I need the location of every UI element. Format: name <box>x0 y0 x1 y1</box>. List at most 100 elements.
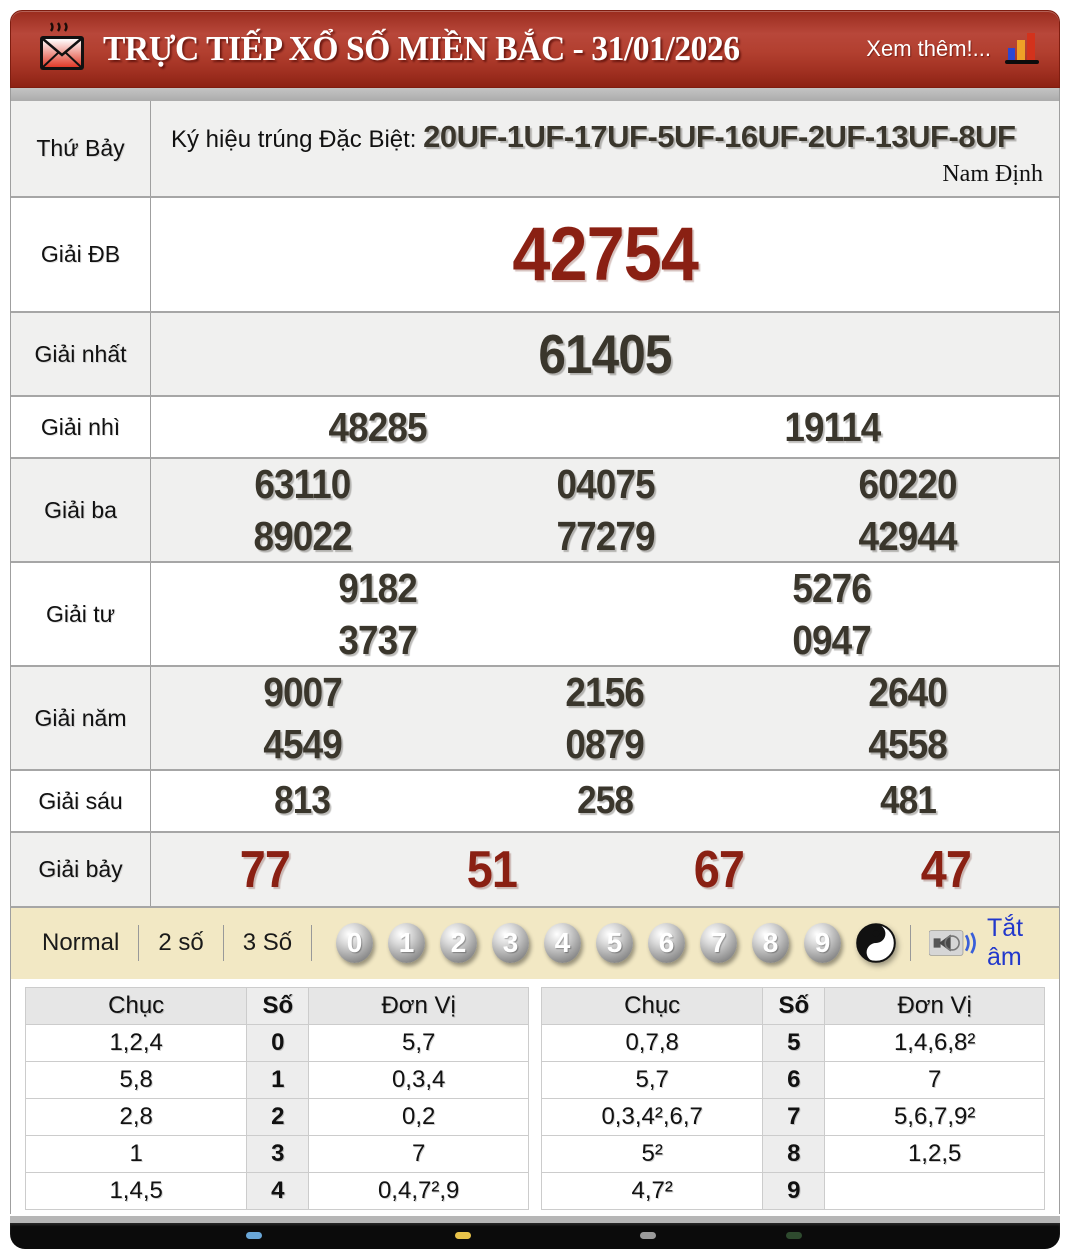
tens-cell: 5,7 <box>542 1062 763 1099</box>
units-cell: 7 <box>825 1062 1045 1099</box>
prize-number: 77 <box>239 840 289 900</box>
digit-cell: 4 <box>247 1173 309 1210</box>
ball-3[interactable]: 3 <box>492 923 529 963</box>
prize-label: Giải ĐB <box>11 198 151 311</box>
prize-label: Giải bảy <box>11 833 151 906</box>
prize-number: 89022 <box>253 513 351 560</box>
prize-number: 60220 <box>859 461 957 508</box>
units-cell: 1,2,5 <box>825 1136 1045 1173</box>
tens-cell: 1 <box>26 1136 247 1173</box>
summary-header-row: Chục Số Đơn Vị <box>26 988 529 1025</box>
prize-number: 4558 <box>868 721 946 768</box>
results-table: Thứ Bảy Ký hiệu trúng Đặc Biệt: 20UF-1UF… <box>10 101 1060 906</box>
prize-number: 63110 <box>254 461 350 508</box>
prize-number: 481 <box>880 779 936 823</box>
province-name: Nam Định <box>942 161 1043 188</box>
ball-5[interactable]: 5 <box>596 923 633 963</box>
day-label: Thứ Bảy <box>11 101 151 196</box>
col-header-units: Đơn Vị <box>309 988 529 1025</box>
prize-number: 61405 <box>538 322 671 386</box>
mute-control[interactable]: Tắt âm <box>929 914 1047 972</box>
mode-normal[interactable]: Normal <box>23 929 138 957</box>
prize-label: Giải nhất <box>11 313 151 395</box>
row-prize-6: Giải sáu 813 258 481 <box>11 769 1059 831</box>
tens-cell: 5,8 <box>26 1062 247 1099</box>
see-more-link[interactable]: Xem thêm!... <box>866 36 991 62</box>
ball-8[interactable]: 8 <box>752 923 789 963</box>
summary-row: 2,8 2 0,2 <box>26 1099 529 1136</box>
prize-number: 9007 <box>263 669 341 716</box>
summary-row: 1 3 7 <box>26 1136 529 1173</box>
ball-0[interactable]: 0 <box>336 923 373 963</box>
prize-number: 04075 <box>556 461 654 508</box>
row-prize-5: Giải năm 9007 2156 2640 4549 0879 4558 <box>11 665 1059 769</box>
row-special-sign: Thứ Bảy Ký hiệu trúng Đặc Biệt: 20UF-1UF… <box>11 101 1059 196</box>
prize-number: 51 <box>466 840 516 900</box>
mode-2-digits[interactable]: 2 số <box>139 929 222 957</box>
summary-row: 0,3,4²,6,7 7 5,6,7,9² <box>542 1099 1045 1136</box>
page-title: TRỰC TIẾP XỔ SỐ MIỀN BẮC - 31/01/2026 <box>103 29 740 69</box>
prize-number: 48285 <box>329 404 427 451</box>
summary-row: 1,2,4 0 5,7 <box>26 1025 529 1062</box>
prize-number: 67 <box>693 840 743 900</box>
units-cell: 5,7 <box>309 1025 529 1062</box>
control-bar: Normal 2 số 3 Số 0 1 2 3 4 5 6 7 8 9 <box>10 906 1060 979</box>
header-divider <box>10 88 1060 101</box>
tens-cell: 5² <box>542 1136 763 1173</box>
summary-row: 5² 8 1,2,5 <box>542 1136 1045 1173</box>
speaker-icon <box>929 924 977 962</box>
prize-number: 0947 <box>793 617 871 664</box>
row-prize-7: Giải bảy 77 51 67 47 <box>11 831 1059 906</box>
tens-cell: 4,7² <box>542 1173 763 1210</box>
units-cell: 1,4,6,8² <box>825 1025 1045 1062</box>
prize-number: 5276 <box>793 565 871 612</box>
digit-cell: 2 <box>247 1099 309 1136</box>
prize-number: 2156 <box>566 669 644 716</box>
ball-2[interactable]: 2 <box>440 923 477 963</box>
ball-4[interactable]: 4 <box>544 923 581 963</box>
prize-number: 3737 <box>339 617 417 664</box>
header: TRỰC TIẾP XỔ SỐ MIỀN BẮC - 31/01/2026 Xe… <box>10 10 1060 88</box>
ball-1[interactable]: 1 <box>388 923 425 963</box>
digit-cell: 0 <box>247 1025 309 1062</box>
row-prize-3: Giải ba 63110 04075 60220 89022 77279 42… <box>11 457 1059 561</box>
prize-number: 77279 <box>556 513 654 560</box>
row-prize-db: Giải ĐB 42754 <box>11 196 1059 311</box>
row-prize-2: Giải nhì 48285 19114 <box>11 395 1059 457</box>
col-header-digit: Số <box>247 988 309 1025</box>
units-cell: 0,2 <box>309 1099 529 1136</box>
prize-number: 258 <box>577 779 633 823</box>
prize-label: Giải ba <box>11 459 151 561</box>
summary-row: 5,8 1 0,3,4 <box>26 1062 529 1099</box>
tens-cell: 0,7,8 <box>542 1025 763 1062</box>
prize-number: 0879 <box>566 721 644 768</box>
prize-label: Giải nhì <box>11 397 151 457</box>
ball-6[interactable]: 6 <box>648 923 685 963</box>
col-header-units: Đơn Vị <box>825 988 1045 1025</box>
bar-chart-icon[interactable] <box>1001 30 1041 68</box>
lottery-widget: TRỰC TIẾP XỔ SỐ MIỀN BẮC - 31/01/2026 Xe… <box>10 10 1060 1249</box>
ball-9[interactable]: 9 <box>804 923 841 963</box>
separator <box>910 925 911 961</box>
prize-label: Giải tư <box>11 563 151 665</box>
mute-label: Tắt âm <box>987 914 1047 972</box>
prize-number: 9182 <box>339 565 417 612</box>
prize-number: 42754 <box>512 211 698 298</box>
yin-yang-icon[interactable] <box>856 923 896 963</box>
digit-cell: 1 <box>247 1062 309 1099</box>
digit-cell: 6 <box>763 1062 825 1099</box>
units-cell <box>825 1173 1045 1210</box>
tens-cell: 2,8 <box>26 1099 247 1136</box>
ball-7[interactable]: 7 <box>700 923 737 963</box>
digit-balls: 0 1 2 3 4 5 6 7 8 9 <box>336 923 896 963</box>
prize-number: 2640 <box>868 669 946 716</box>
row-prize-4: Giải tư 9182 5276 3737 0947 <box>11 561 1059 665</box>
digit-cell: 8 <box>763 1136 825 1173</box>
summary-row: 0,7,8 5 1,4,6,8² <box>542 1025 1045 1062</box>
col-header-tens: Chục <box>542 988 763 1025</box>
units-cell: 7 <box>309 1136 529 1173</box>
summary-row: 4,7² 9 <box>542 1173 1045 1210</box>
units-cell: 5,6,7,9² <box>825 1099 1045 1136</box>
mode-3-digits[interactable]: 3 Số <box>224 929 311 957</box>
prize-number: 19114 <box>784 404 880 451</box>
